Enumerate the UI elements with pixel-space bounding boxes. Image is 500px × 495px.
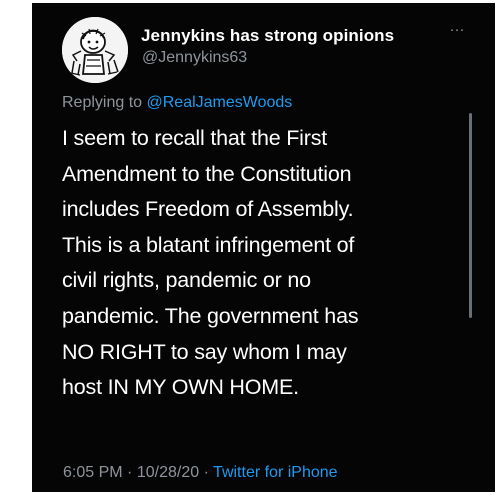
meta-separator: ·	[203, 464, 209, 481]
tweet-source-link[interactable]: Twitter for iPhone	[213, 464, 338, 481]
more-options-icon: ···	[449, 21, 465, 38]
tweet-text: I seem to recall that the First Amendmen…	[62, 121, 472, 406]
tweet-text-line: Amendment to the Constitution	[62, 161, 352, 186]
reply-mention-link[interactable]: @RealJamesWoods	[147, 94, 293, 111]
tweet-metadata: 6:05 PM · 10/28/20 · Twitter for iPhone	[63, 464, 338, 482]
tweet-card: Jennykins has strong opinions @Jennykins…	[32, 3, 495, 492]
tweet-text-line: pandemic. The government has	[62, 303, 359, 328]
scrollbar[interactable]	[469, 113, 472, 318]
more-options-button[interactable]: ···	[443, 19, 471, 41]
cartoon-avatar-icon	[62, 17, 128, 83]
meta-separator: ·	[127, 464, 133, 481]
replying-to-label: Replying to	[62, 94, 143, 111]
replying-to: Replying to @RealJamesWoods	[62, 94, 292, 112]
author-display-name[interactable]: Jennykins has strong opinions	[141, 26, 394, 46]
author-handle[interactable]: @Jennykins63	[142, 49, 247, 67]
tweet-text-line: This is a blatant infringement of	[62, 232, 355, 257]
tweet-date[interactable]: 10/28/20	[137, 464, 199, 481]
tweet-text-line: I seem to recall that the First	[62, 126, 328, 150]
tweet-text-line: NO RIGHT to say whom I may	[62, 339, 347, 364]
tweet-text-line: civil rights, pandemic or no	[62, 268, 311, 293]
tweet-text-line: includes Freedom of Assembly.	[62, 197, 354, 222]
tweet-text-line: host IN MY OWN HOME.	[62, 375, 299, 400]
avatar[interactable]	[62, 17, 128, 83]
tweet-time[interactable]: 6:05 PM	[63, 464, 123, 481]
